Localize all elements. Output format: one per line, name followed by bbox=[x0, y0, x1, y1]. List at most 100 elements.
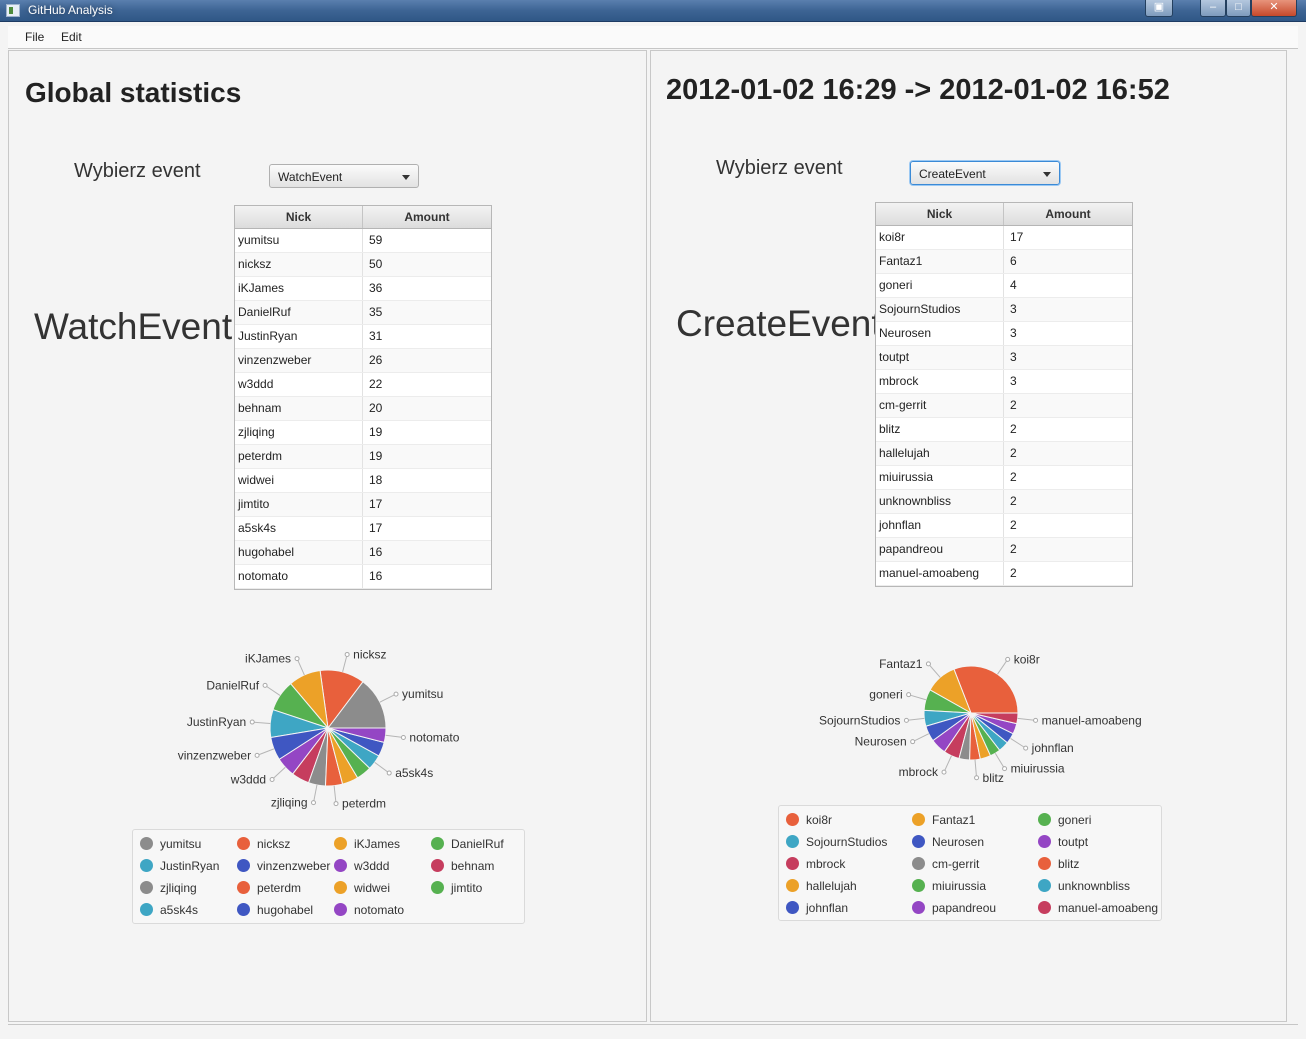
close-button[interactable]: ✕ bbox=[1251, 0, 1297, 17]
legend-label: toutpt bbox=[1058, 835, 1089, 849]
table-row[interactable]: peterdm 19 bbox=[235, 445, 491, 469]
table-row[interactable]: unknownbliss 2 bbox=[876, 490, 1132, 514]
table-row[interactable]: koi8r 17 bbox=[876, 226, 1132, 250]
event-select[interactable]: CreateEvent bbox=[910, 161, 1060, 185]
table-row[interactable]: iKJames 36 bbox=[235, 277, 491, 301]
legend-swatch-icon bbox=[786, 879, 799, 892]
amount-cell: 6 bbox=[1010, 254, 1017, 268]
legend-label: vinzenzweber bbox=[257, 859, 331, 873]
table-row[interactable]: yumitsu 59 bbox=[235, 229, 491, 253]
restore-icon[interactable]: ▣ bbox=[1145, 0, 1173, 17]
pie-label: blitz bbox=[983, 771, 1004, 785]
table-row[interactable]: widwei 18 bbox=[235, 469, 491, 493]
table-row[interactable]: hallelujah 2 bbox=[876, 442, 1132, 466]
amount-cell: 59 bbox=[369, 233, 383, 247]
pie-label-line bbox=[994, 752, 1005, 769]
pie-label-line bbox=[385, 734, 404, 738]
pie-label: Neurosen bbox=[855, 735, 907, 749]
pie-label-line bbox=[974, 759, 978, 778]
table-row[interactable]: johnflan 2 bbox=[876, 514, 1132, 538]
legend-label: cm-gerrit bbox=[932, 857, 980, 871]
column-header-nick[interactable]: Nick bbox=[235, 206, 363, 228]
maximize-button[interactable]: □ bbox=[1226, 0, 1251, 17]
legend-swatch-icon bbox=[1038, 813, 1051, 826]
nick-table[interactable]: Nick Amount koi8r 17 Fantaz1 6 goneri 4 Sojour… bbox=[875, 202, 1133, 587]
menu-file[interactable]: File bbox=[25, 30, 44, 44]
table-row[interactable]: nicksz 50 bbox=[235, 253, 491, 277]
pie-label: johnflan bbox=[1031, 741, 1074, 755]
table-row[interactable]: behnam 20 bbox=[235, 397, 491, 421]
legend-swatch-icon bbox=[140, 903, 153, 916]
legend-label: goneri bbox=[1058, 813, 1092, 827]
event-select-value: WatchEvent bbox=[278, 170, 343, 184]
table-row[interactable]: goneri 4 bbox=[876, 274, 1132, 298]
menu-edit[interactable]: Edit bbox=[61, 30, 82, 44]
pie-label-dot bbox=[254, 752, 260, 758]
table-row[interactable]: blitz 2 bbox=[876, 418, 1132, 442]
pie-label: yumitsu bbox=[402, 687, 443, 701]
pie-label-line bbox=[908, 694, 927, 701]
table-row[interactable]: manuel-amoabeng 2 bbox=[876, 562, 1132, 586]
table-row[interactable]: hugohabel 16 bbox=[235, 541, 491, 565]
pie-label-line bbox=[912, 733, 930, 743]
legend-swatch-icon bbox=[912, 813, 925, 826]
amount-cell: 17 bbox=[369, 521, 383, 535]
nick-table[interactable]: Nick Amount yumitsu 59 nicksz 50 iKJames 36 Da… bbox=[234, 205, 492, 590]
legend-swatch-icon bbox=[1038, 857, 1051, 870]
nick-cell: johnflan bbox=[876, 514, 1004, 537]
table-row[interactable]: cm-gerrit 2 bbox=[876, 394, 1132, 418]
legend-swatch-icon bbox=[334, 881, 347, 894]
pie-label: peterdm bbox=[342, 797, 386, 811]
pie-label: miuirussia bbox=[1011, 762, 1065, 776]
amount-cell: 19 bbox=[369, 449, 383, 463]
pie-label-line bbox=[1017, 717, 1036, 721]
legend-swatch-icon bbox=[912, 835, 925, 848]
pie-label-line bbox=[342, 654, 348, 672]
pie-label-dot bbox=[1005, 656, 1011, 662]
amount-cell: 2 bbox=[1010, 422, 1017, 436]
table-row[interactable]: notomato 16 bbox=[235, 565, 491, 589]
table-row[interactable]: a5sk4s 17 bbox=[235, 517, 491, 541]
table-row[interactable]: JustinRyan 31 bbox=[235, 325, 491, 349]
chevron-down-icon[interactable] bbox=[402, 175, 410, 180]
legend-swatch-icon bbox=[431, 837, 444, 850]
nick-cell: papandreou bbox=[876, 538, 1004, 561]
legend-swatch-icon bbox=[237, 837, 250, 850]
pie-chart: koi8r Fantaz1 goneri SojournStudios Neurosen… bbox=[819, 652, 1142, 785]
table-row[interactable]: mbrock 3 bbox=[876, 370, 1132, 394]
table-row[interactable]: miuirussia 2 bbox=[876, 466, 1132, 490]
minimize-button[interactable]: – bbox=[1200, 0, 1226, 17]
table-row[interactable]: DanielRuf 35 bbox=[235, 301, 491, 325]
column-header-amount[interactable]: Amount bbox=[363, 206, 491, 228]
legend-swatch-icon bbox=[140, 859, 153, 872]
table-row[interactable]: Fantaz1 6 bbox=[876, 250, 1132, 274]
table-row[interactable]: SojournStudios 3 bbox=[876, 298, 1132, 322]
table-row[interactable]: toutpt 3 bbox=[876, 346, 1132, 370]
chevron-down-icon[interactable] bbox=[1043, 172, 1051, 177]
pie-label: JustinRyan bbox=[187, 715, 246, 729]
table-row[interactable]: zjliqing 19 bbox=[235, 421, 491, 445]
amount-cell: 18 bbox=[369, 473, 383, 487]
legend-label: nicksz bbox=[257, 837, 291, 851]
legend-swatch-icon bbox=[237, 881, 250, 894]
column-header-amount[interactable]: Amount bbox=[1004, 203, 1132, 225]
chart-legend: yumitsu nicksz iKJames DanielRuf JustinRyan v… bbox=[132, 829, 525, 924]
legend-label: JustinRyan bbox=[160, 859, 220, 873]
legend-label: mbrock bbox=[806, 857, 846, 871]
legend-swatch-icon bbox=[912, 879, 925, 892]
amount-cell: 2 bbox=[1010, 398, 1017, 412]
table-row[interactable]: w3ddd 22 bbox=[235, 373, 491, 397]
legend-label: peterdm bbox=[257, 881, 302, 895]
amount-cell: 17 bbox=[1010, 230, 1024, 244]
table-row[interactable]: jimtito 17 bbox=[235, 493, 491, 517]
event-select[interactable]: WatchEvent bbox=[269, 164, 419, 188]
legend-label: a5sk4s bbox=[160, 903, 199, 917]
legend-swatch-icon bbox=[786, 901, 799, 914]
legend-label: SojournStudios bbox=[806, 835, 888, 849]
table-row[interactable]: papandreou 2 bbox=[876, 538, 1132, 562]
event-select-value: CreateEvent bbox=[919, 167, 986, 181]
status-bar bbox=[8, 1024, 1298, 1034]
table-row[interactable]: Neurosen 3 bbox=[876, 322, 1132, 346]
table-row[interactable]: vinzenzweber 26 bbox=[235, 349, 491, 373]
column-header-nick[interactable]: Nick bbox=[876, 203, 1004, 225]
